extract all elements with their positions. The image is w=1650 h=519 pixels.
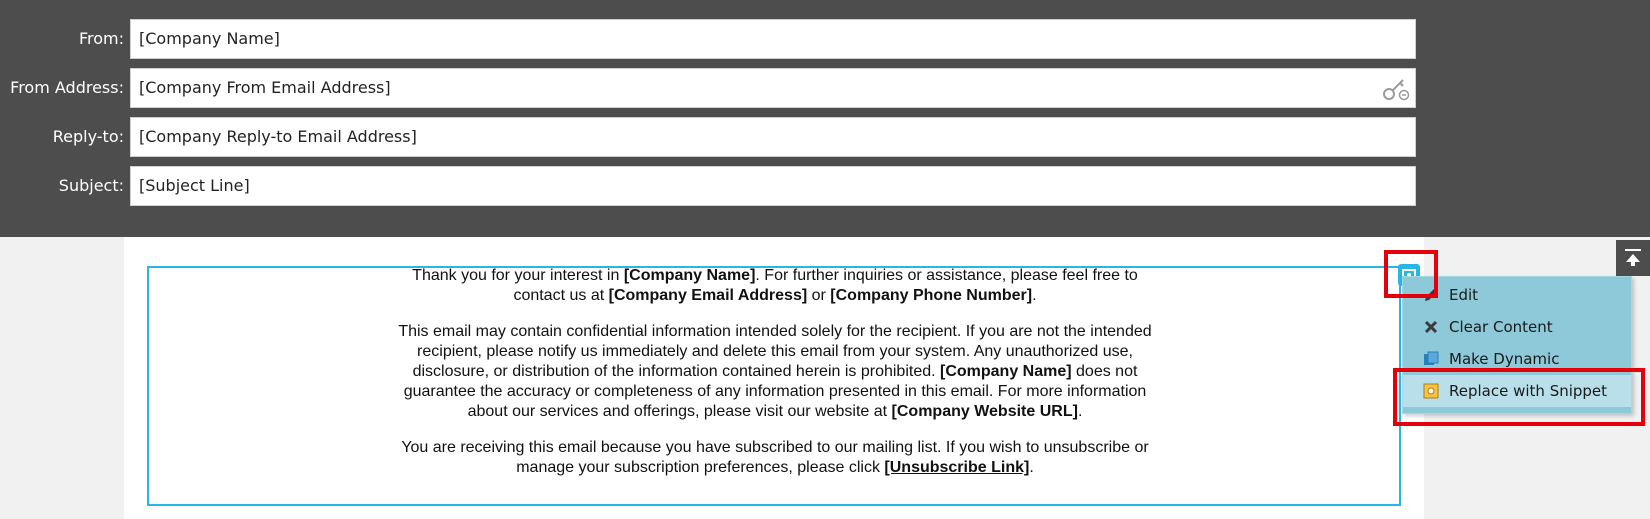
reply-to-input[interactable]: [Company Reply-to Email Address] [130,117,1416,157]
highlight-box-replace-snippet [1393,368,1645,426]
email-paragraph-3: You are receiving this email because you… [401,439,1149,476]
x-icon [1424,320,1438,334]
from-address-value: [Company From Email Address] [139,78,391,97]
subject-label: Subject: [58,176,124,195]
reply-to-row: Reply-to: [Company Reply-to Email Addres… [0,117,1420,157]
email-body: Thank you for your interest in [Company … [395,266,1155,478]
from-row: From: [Company Name] [0,19,1420,59]
menu-item-clear-content[interactable]: Clear Content [1403,311,1631,343]
subject-row: Subject: [Subject Line] [0,166,1420,206]
subject-input[interactable]: [Subject Line] [130,166,1416,206]
reply-to-label: Reply-to: [52,127,124,146]
from-input[interactable]: [Company Name] [130,19,1416,59]
scroll-to-top-button[interactable] [1616,240,1650,276]
highlight-box-settings [1384,250,1438,298]
dynamic-icon [1424,351,1439,365]
from-address-row: From Address: [Company From Email Addres… [0,68,1420,108]
email-paragraph-2: This email may contain confidential info… [398,323,1152,420]
email-settings-header: From: [Company Name] From Address: [Comp… [0,0,1650,237]
unsubscribe-link[interactable]: [Unsubscribe Link] [884,459,1029,476]
email-paragraph-1: Thank you for your interest in [Company … [412,267,1138,304]
from-address-label: From Address: [10,78,124,97]
scroll-top-icon [1625,249,1641,266]
from-address-input[interactable]: [Company From Email Address] [130,68,1416,108]
from-label: From: [78,29,124,48]
token-key-icon[interactable] [1381,75,1411,101]
